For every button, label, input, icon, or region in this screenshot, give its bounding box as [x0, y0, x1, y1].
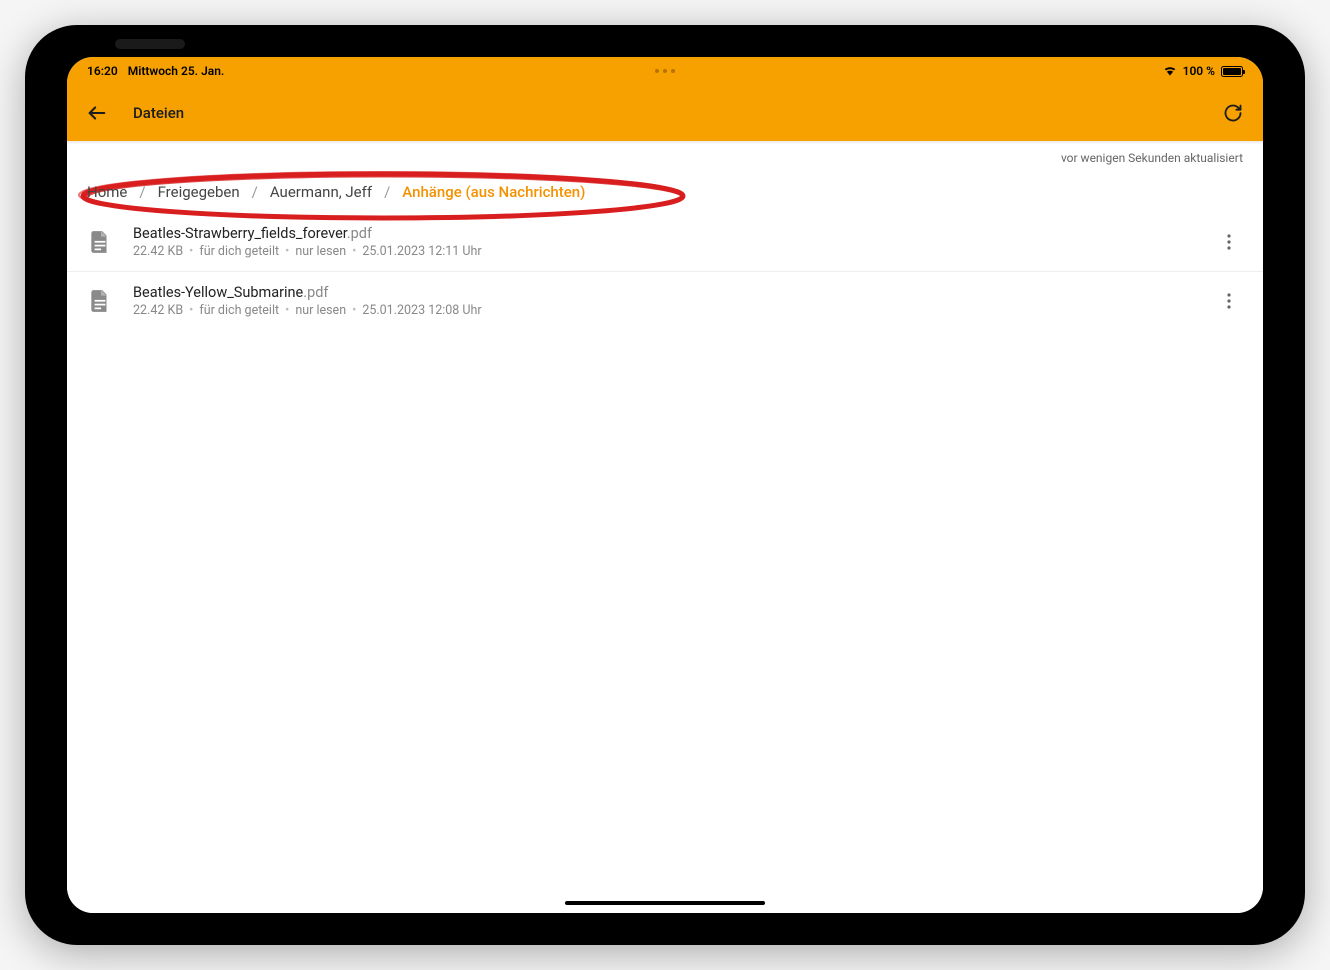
- status-date: Mittwoch 25. Jan.: [128, 64, 225, 78]
- breadcrumb-separator: /: [139, 183, 145, 201]
- file-row[interactable]: Beatles-Yellow_Submarine.pdf 22.42 KB•für…: [67, 272, 1263, 330]
- breadcrumb-item[interactable]: Freigegeben: [158, 183, 240, 201]
- home-indicator[interactable]: [565, 901, 765, 905]
- breadcrumb-item[interactable]: Anhänge (aus Nachrichten): [402, 183, 585, 201]
- breadcrumb-separator: /: [384, 183, 390, 201]
- battery-percent: 100 %: [1183, 64, 1215, 78]
- multitask-dots[interactable]: [655, 69, 675, 73]
- updated-label: vor wenigen Sekunden aktualisiert: [67, 141, 1263, 165]
- more-menu-button[interactable]: [1215, 228, 1243, 256]
- status-left: 16:20 Mittwoch 25. Jan.: [87, 64, 224, 78]
- breadcrumb-container: Home / Freigegeben / Auermann, Jeff / Anhänge …: [67, 165, 1263, 213]
- breadcrumb-item[interactable]: Home: [87, 183, 127, 201]
- app-bar: Dateien: [67, 85, 1263, 141]
- file-name: Beatles-Yellow_Submarine.pdf: [133, 284, 1195, 301]
- status-right: 100 %: [1163, 64, 1243, 78]
- file-icon: [87, 226, 113, 258]
- wifi-icon: [1163, 64, 1177, 78]
- file-icon: [87, 285, 113, 317]
- more-menu-button[interactable]: [1215, 287, 1243, 315]
- back-button[interactable]: [85, 101, 109, 125]
- breadcrumb-item[interactable]: Auermann, Jeff: [270, 183, 372, 201]
- file-name: Beatles-Strawberry_fields_forever.pdf: [133, 225, 1195, 242]
- page-title: Dateien: [133, 104, 184, 122]
- file-row[interactable]: Beatles-Strawberry_fields_forever.pdf 22.…: [67, 213, 1263, 272]
- status-time: 16:20: [87, 64, 118, 78]
- battery-icon: [1221, 66, 1243, 77]
- file-meta: 22.42 KB•für dich geteilt•nur lesen•25.0…: [133, 244, 1195, 259]
- breadcrumb: Home / Freigegeben / Auermann, Jeff / Anhänge …: [87, 183, 1243, 201]
- content-area: vor wenigen Sekunden aktualisiert Home / F…: [67, 141, 1263, 913]
- tablet-frame: 16:20 Mittwoch 25. Jan. 100 % Dateien: [25, 25, 1305, 945]
- breadcrumb-separator: /: [252, 183, 258, 201]
- screen: 16:20 Mittwoch 25. Jan. 100 % Dateien: [67, 57, 1263, 913]
- file-list: Beatles-Strawberry_fields_forever.pdf 22.…: [67, 213, 1263, 330]
- refresh-button[interactable]: [1221, 101, 1245, 125]
- file-info: Beatles-Strawberry_fields_forever.pdf 22.…: [133, 225, 1195, 259]
- file-info: Beatles-Yellow_Submarine.pdf 22.42 KB•für…: [133, 284, 1195, 318]
- status-bar: 16:20 Mittwoch 25. Jan. 100 %: [67, 57, 1263, 85]
- file-meta: 22.42 KB•für dich geteilt•nur lesen•25.0…: [133, 303, 1195, 318]
